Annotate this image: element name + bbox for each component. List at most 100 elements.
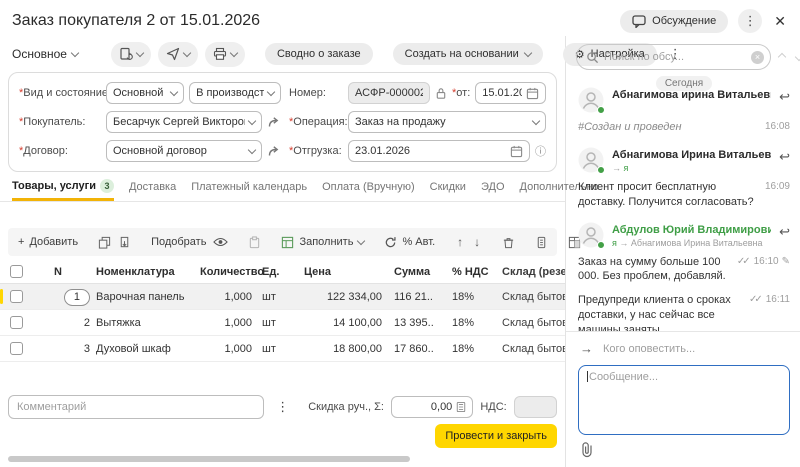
move-row-up-button[interactable]: ↑ (455, 235, 465, 249)
vat-field (514, 396, 557, 418)
create-based-on-button[interactable]: Создать на основании (393, 43, 543, 65)
online-status-dot (597, 166, 605, 174)
delete-row-button[interactable] (502, 236, 515, 249)
kind-state-label: *Вид и состояние: (19, 87, 101, 99)
message-time: 16:09 (765, 181, 790, 192)
buyer-select[interactable]: Бесарчук Сергей Викторович (106, 111, 262, 133)
chevron-down-icon (248, 116, 256, 124)
tab-goods-services[interactable]: Товары, услуги3 (12, 179, 114, 201)
tab-delivery[interactable]: Доставка (129, 181, 176, 201)
contract-label: *Договор: (19, 145, 101, 157)
message-input[interactable]: Сообщение... (578, 365, 790, 435)
tab-payment-manual[interactable]: Оплата (Вручную) (322, 181, 415, 201)
section-menu-osnovnoe[interactable]: Основное (12, 47, 78, 61)
order-form-panel: Основное Сводно о заказе С (0, 36, 566, 467)
paste-button (248, 236, 261, 249)
comment-input[interactable] (8, 395, 264, 419)
horizontal-scrollbar[interactable] (8, 456, 410, 462)
col-quantity: Количество (200, 266, 262, 278)
col-vat: % НДС (452, 266, 502, 278)
notify-whom-field[interactable]: → Кого оповестить... (578, 337, 790, 365)
table-row[interactable]: 2 Вытяжка 1,000 шт 14 100,00 13 395.. 18… (0, 310, 565, 336)
message-list: Сегодня Абнагимова ирина Витальевна ↩ #С… (566, 74, 800, 331)
tab-payment-calendar[interactable]: Платежный календарь (191, 181, 307, 201)
row-checkbox[interactable] (10, 316, 23, 329)
edit-message-icon[interactable]: ✎ (782, 256, 790, 267)
send-button[interactable] (158, 42, 198, 67)
order-state-select[interactable]: В производстве (189, 82, 281, 104)
message-author: Абдулов Юрий Владимирович (612, 224, 771, 236)
reply-icon[interactable]: ↩ (779, 147, 790, 165)
info-icon[interactable]: ⓘ (535, 143, 546, 159)
comment-more-button[interactable]: ⋮ (271, 399, 294, 415)
buyer-label: *Покупатель: (19, 116, 101, 128)
chat-bubble-icon (632, 15, 646, 28)
send-icon (166, 47, 180, 61)
order-kind-select[interactable]: Основной (106, 82, 184, 104)
lock-icon[interactable] (435, 87, 447, 100)
insert-row-button[interactable] (118, 236, 131, 249)
paperclip-icon (580, 441, 594, 458)
tab-edo[interactable]: ЭДО (481, 181, 505, 201)
row-checkbox[interactable] (10, 342, 23, 355)
operation-select[interactable]: Заказ на продажу (348, 111, 546, 133)
order-summary-button[interactable]: Сводно о заказе (265, 43, 373, 65)
items-table: N Номенклатура Количество Ед. Цена Сумма… (0, 260, 565, 362)
operation-label: *Операция: (289, 116, 343, 128)
message-compose-area: → Кого оповестить... Сообщение... (566, 331, 800, 467)
chevron-down-icon (71, 48, 79, 56)
shipment-label: *Отгрузка: (289, 145, 343, 157)
order-summary-label: Сводно о заказе (277, 48, 361, 60)
copy-row-button[interactable] (98, 236, 111, 249)
window-menu-button[interactable]: ⋮ (738, 9, 762, 33)
message-body: Клиент просит бесплатную доставку. Получ… (578, 180, 790, 210)
reply-icon[interactable]: ↩ (779, 222, 790, 240)
open-buyer-button[interactable] (267, 116, 281, 128)
col-n: N (40, 266, 96, 278)
vat-label: НДС: (480, 401, 506, 413)
manual-discount-field[interactable]: 0,00 (391, 396, 473, 418)
notify-placeholder: Кого оповестить... (603, 343, 695, 355)
recalc-auto-button[interactable]: % Авт. (384, 236, 435, 249)
date-field[interactable]: 15.01.2026 16:08:51 (475, 82, 546, 104)
view-button[interactable] (213, 237, 228, 247)
message-header: Абдулов Юрий Владимирович я → Абнагимова… (578, 222, 790, 248)
tab-discounts[interactable]: Скидки (430, 181, 466, 201)
post-and-close-button[interactable]: Провести и закрыть (435, 424, 557, 448)
calendar-icon (526, 87, 539, 100)
pick-items-button[interactable]: Подобрать (151, 236, 206, 248)
table-row[interactable]: 1 Варочная панель 1,000 шт 122 334,00 11… (0, 284, 565, 310)
online-status-dot (597, 241, 605, 249)
attach-file-button[interactable] (580, 449, 594, 461)
row-checkbox[interactable] (10, 290, 23, 303)
fill-button[interactable]: Заполнить (281, 236, 364, 249)
shipment-date-field[interactable]: 23.01.2026 (348, 140, 530, 162)
current-cell-box: 1 (64, 289, 90, 306)
discussion-button[interactable]: Обсуждение (620, 10, 728, 33)
table-row[interactable]: 3 Духовой шкаф 1,000 шт 18 800,00 17 860… (0, 336, 565, 362)
open-contract-button[interactable] (267, 145, 281, 157)
order-window: Заказ покупателя 2 от 15.01.2026 Обсужде… (0, 0, 800, 467)
chevron-down-icon (267, 87, 275, 95)
contract-select[interactable]: Основной договор (106, 140, 262, 162)
select-all-checkbox[interactable] (10, 265, 23, 278)
print-button[interactable] (205, 42, 245, 67)
search-input[interactable] (604, 51, 746, 63)
avatar (578, 87, 604, 113)
eye-icon (213, 237, 228, 247)
copy-list-button[interactable] (535, 236, 548, 249)
kebab-icon: ⋮ (276, 399, 289, 414)
open-link-icon (267, 116, 281, 128)
discussion-header: × ⋮ (566, 36, 800, 74)
post-document-button[interactable] (111, 42, 151, 67)
close-button[interactable]: ✕ (772, 13, 788, 30)
section-menu-label: Основное (12, 47, 67, 61)
date-label: *от: (452, 87, 470, 99)
tab-count-badge: 3 (100, 179, 114, 193)
move-row-down-button[interactable]: ↓ (472, 235, 482, 249)
add-row-button[interactable]: +Добавить (18, 236, 78, 248)
col-price: Цена (304, 266, 394, 278)
discussion-search[interactable]: × (576, 44, 771, 70)
clear-search-icon[interactable]: × (751, 51, 764, 64)
reply-icon[interactable]: ↩ (779, 87, 790, 105)
